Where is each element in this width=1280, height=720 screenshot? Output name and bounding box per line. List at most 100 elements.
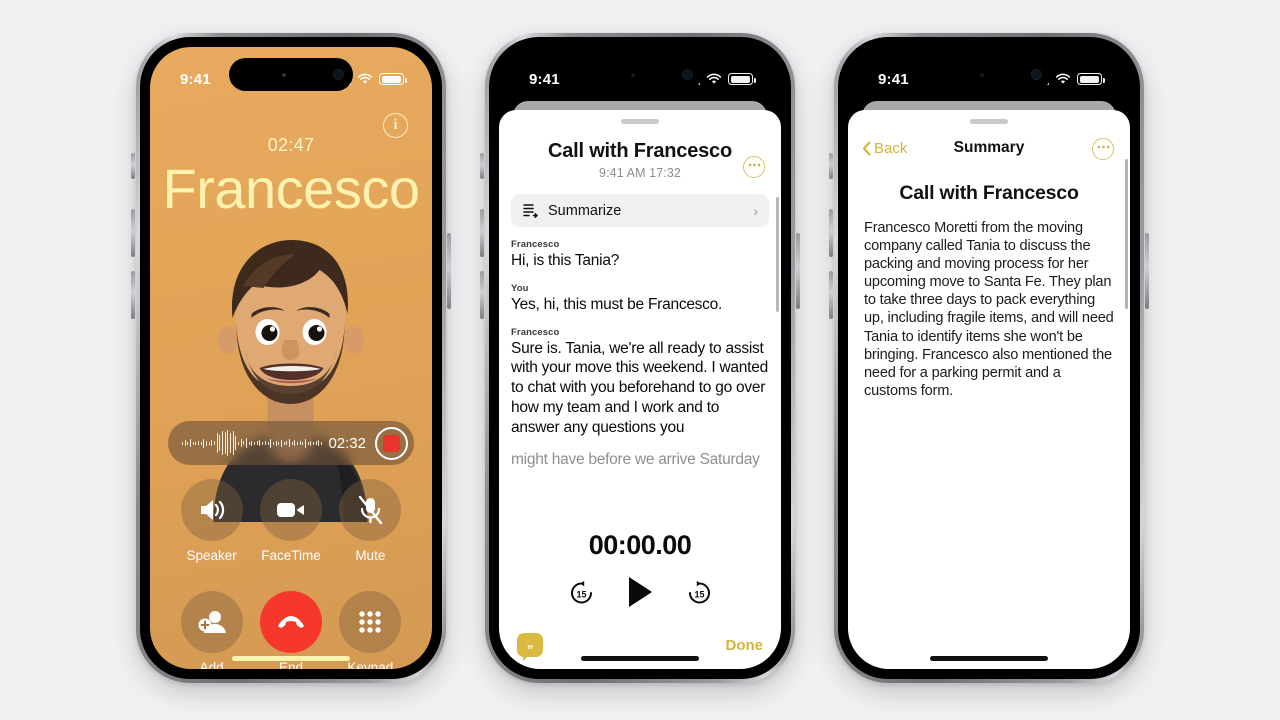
sheet-grabber[interactable] (621, 119, 659, 124)
add-call-button-circle (180, 591, 243, 653)
sheet-subtitle: 9:41 AM 17:32 (599, 166, 681, 180)
volume-up-button[interactable] (829, 209, 833, 257)
chevron-left-icon (862, 140, 871, 156)
navigation-bar: Back Summary (848, 128, 1130, 168)
svg-text:15: 15 (694, 589, 704, 599)
call-screen: 9:41 i 02:47 Francesco 02:32 Speaker Fac… (150, 47, 432, 669)
keypad-button-circle (339, 591, 402, 653)
ellipsis-icon (748, 163, 760, 167)
dynamic-island (578, 58, 702, 91)
info-icon[interactable]: i (383, 113, 408, 138)
keypad-grid-icon (359, 611, 382, 633)
wifi-icon (357, 73, 373, 85)
volume-up-button[interactable] (480, 209, 484, 257)
recording-bar[interactable]: 02:32 (168, 421, 414, 465)
volume-down-button[interactable] (131, 271, 135, 319)
sheet-title: Call with Francesco (547, 140, 733, 162)
scrollbar[interactable] (1125, 159, 1128, 309)
transcript-speaker: You (511, 282, 529, 294)
facetime-button-circle (259, 479, 322, 541)
phone-2-screen: 9:41 Call with Francesco 9:41 AM 17:32 S… (499, 47, 781, 669)
player-timecode: 00:00.00 (588, 530, 692, 560)
power-button[interactable] (447, 233, 451, 309)
volume-down-button[interactable] (480, 271, 484, 319)
speaker-wave-icon (200, 500, 224, 520)
end-call-button-label: End (278, 660, 303, 669)
transcript-list[interactable]: Francesco Hi, is this Tania? You Yes, hi… (499, 227, 781, 470)
player-footer: „ Done (499, 633, 781, 661)
facetime-button[interactable]: FaceTime (251, 479, 330, 563)
sheet-grabber[interactable] (970, 119, 1008, 124)
more-options-button[interactable] (743, 156, 765, 178)
sensor-dot-icon (282, 72, 286, 77)
transcript-text-partial: might have before we arrive Saturday (511, 450, 760, 468)
phone-3-screen: 9:41 Back Summary Call with Francesco Fr… (848, 47, 1130, 669)
summarize-label: Summarize (548, 202, 622, 219)
front-camera-icon (1031, 69, 1042, 80)
speaker-button-circle (180, 479, 243, 541)
done-button[interactable]: Done (726, 637, 764, 654)
transcript-entry: You Yes, hi, this must be Francesco. (511, 283, 769, 315)
phone-down-icon (277, 616, 304, 628)
microphone-slash-icon (359, 495, 383, 525)
dynamic-island (229, 58, 353, 91)
summarize-button[interactable]: Summarize › (511, 194, 769, 227)
end-call-button[interactable]: End (251, 591, 330, 669)
svg-text:15: 15 (576, 589, 586, 599)
home-indicator[interactable] (581, 656, 699, 661)
call-duration: 02:47 (267, 135, 315, 155)
transcript-speaker: Francesco (511, 239, 560, 250)
volume-down-button[interactable] (829, 271, 833, 319)
mute-button[interactable]: Mute (331, 479, 410, 563)
mute-switch[interactable] (829, 153, 833, 179)
mute-switch[interactable] (480, 153, 484, 179)
mute-switch[interactable] (131, 153, 135, 179)
phone-2-bezel: 9:41 Call with Francesco 9:41 AM 17:32 S… (489, 37, 791, 679)
transcript-entry: Francesco Hi, is this Tania? (511, 239, 769, 271)
chevron-right-icon: › (753, 202, 758, 219)
caller-name: Francesco (162, 157, 420, 220)
facetime-button-label: FaceTime (261, 548, 321, 563)
ellipsis-icon (1097, 145, 1109, 149)
dynamic-island (927, 58, 1051, 91)
add-call-button[interactable]: Add (172, 591, 251, 669)
stop-recording-button[interactable] (375, 426, 408, 460)
summarize-list-icon (523, 204, 539, 218)
phone-1-frame: 9:41 i 02:47 Francesco 02:32 Speaker Fac… (131, 33, 451, 683)
power-button[interactable] (1145, 233, 1149, 309)
summary-body: Francesco Moretti from the moving compan… (864, 220, 1114, 399)
mute-button-circle (339, 479, 402, 541)
volume-up-button[interactable] (131, 209, 135, 257)
record-stop-icon (383, 434, 400, 452)
keypad-button[interactable]: Keypad (331, 591, 410, 669)
skip-back-15-button[interactable]: 15 (568, 579, 595, 606)
play-button[interactable] (628, 577, 652, 607)
live-transcript-button[interactable]: „ (517, 633, 543, 661)
front-camera-icon (682, 69, 693, 80)
call-controls: Speaker FaceTime Mute Add End Keypad (172, 479, 410, 669)
battery-full-icon (379, 73, 407, 85)
back-button[interactable]: Back (862, 140, 907, 157)
phone-3-bezel: 9:41 Back Summary Call with Francesco Fr… (838, 37, 1140, 679)
power-button[interactable] (796, 233, 800, 309)
screenshot-stage: 9:41 i 02:47 Francesco 02:32 Speaker Fac… (0, 0, 1280, 720)
summary-heading: Call with Francesco (899, 182, 1079, 204)
back-button-label: Back (874, 139, 908, 157)
add-person-icon (198, 611, 226, 633)
home-indicator[interactable] (930, 656, 1048, 661)
transcript-sheet: Call with Francesco 9:41 AM 17:32 Summar (499, 110, 781, 669)
summary-sheet: Back Summary Call with Francesco Frances… (848, 110, 1130, 669)
mute-button-label: Mute (355, 548, 386, 563)
more-options-button[interactable] (1092, 138, 1114, 160)
transcript-entry: Francesco Sure is. Tania, we're all read… (511, 327, 769, 470)
transcript-text: Yes, hi, this must be Francesco. (511, 295, 723, 313)
audio-waveform-icon (182, 430, 325, 456)
phone-3-frame: 9:41 Back Summary Call with Francesco Fr… (829, 33, 1149, 683)
phone-1-screen: 9:41 i 02:47 Francesco 02:32 Speaker Fac… (150, 47, 432, 669)
speaker-button[interactable]: Speaker (172, 479, 251, 563)
video-camera-icon (276, 503, 304, 517)
skip-forward-15-button[interactable]: 15 (686, 579, 713, 606)
speaker-button-label: Speaker (186, 548, 237, 563)
sensor-dot-icon (980, 72, 984, 77)
scrollbar[interactable] (776, 197, 779, 312)
